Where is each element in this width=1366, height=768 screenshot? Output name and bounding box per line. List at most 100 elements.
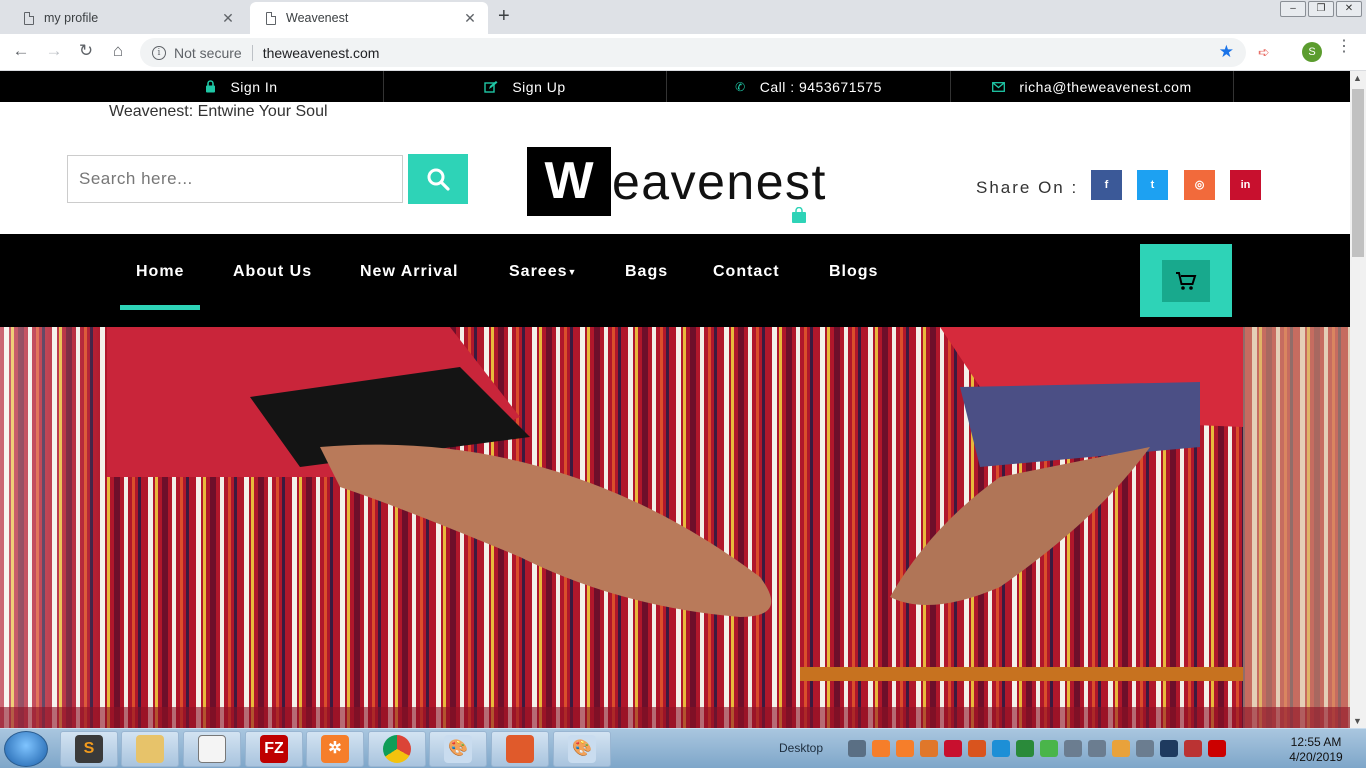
security-tray-icon[interactable] [1112,740,1130,757]
taskbar-xampp[interactable]: ✲ [306,731,364,767]
logo-text: eavenest [612,153,827,210]
email-label: richa@theweavenest.com [1019,78,1192,95]
cart-button[interactable] [1140,244,1232,317]
search-button[interactable] [408,154,468,204]
paint-icon: 🎨 [568,735,596,763]
tab-title: Weavenest [286,11,349,25]
filezilla-icon: FZ [260,735,288,763]
edit-icon [484,80,498,93]
pdf-icon[interactable] [1208,740,1226,757]
taskbar-paint-2[interactable]: 🎨 [553,731,611,767]
xampp-icon: ✲ [321,735,349,763]
nav-bags[interactable]: Bags [625,263,668,281]
new-tab-button[interactable]: + [498,5,510,28]
window-controls: ‒ ❐ ✕ [1280,1,1362,17]
back-button[interactable]: ← [9,41,33,61]
facebook-icon[interactable]: f [1091,170,1122,200]
scroll-down-arrow-icon[interactable]: ▼ [1353,716,1362,726]
page-scrollbar[interactable]: ▲ ▼ [1350,71,1366,728]
home-button[interactable]: ⌂ [106,41,130,61]
app-icon [506,735,534,763]
nav-sarees-label: Sarees [509,263,568,280]
flag-icon[interactable] [1184,740,1202,757]
sign-up-label: Sign Up [512,78,566,95]
search-input[interactable]: Search here... [67,155,403,203]
display-icon[interactable] [1136,740,1154,757]
info-icon[interactable]: i [152,45,166,60]
skype-icon[interactable] [992,740,1010,757]
caret-down-icon: ▼ [567,266,578,277]
taskbar-chrome[interactable] [368,731,426,767]
utorrent-icon[interactable] [1040,740,1058,757]
browser-tab-my-profile[interactable]: my profile ✕ [8,2,246,34]
taskbar-sublime[interactable]: S [60,731,118,767]
nav-sarees[interactable]: Sarees▼ [509,263,577,281]
reload-button[interactable]: ↻ [74,41,98,61]
site-logo[interactable]: W eavenest [527,147,827,216]
nav-contact[interactable]: Contact [713,263,780,281]
taskbar-paint[interactable]: 🎨 [429,731,487,767]
shopping-bag-icon [792,207,806,223]
nav-home[interactable]: Home [119,263,202,310]
url-text[interactable]: theweavenest.com [263,45,380,61]
browser-menu-icon[interactable]: ⋮ [1336,39,1352,55]
signal-icon[interactable] [848,740,866,757]
phone-icon: ✆ [735,79,746,94]
xampp-tray-icon[interactable] [872,740,890,757]
sign-in-link[interactable]: Sign In [100,71,384,102]
weaving-hands-photo [0,327,1350,728]
document-icon [24,11,34,25]
envelope-icon [992,81,1006,92]
profile-avatar[interactable]: S [1302,42,1322,62]
search-icon [427,168,450,191]
ubuntu-icon[interactable] [968,740,986,757]
call-label: Call : 9453671575 [759,78,882,95]
instagram-icon[interactable]: ◎ [1184,170,1215,200]
firefox-icon[interactable] [920,740,938,757]
forward-button[interactable]: → [42,41,66,61]
lock-icon [206,80,216,93]
start-button[interactable] [4,731,48,767]
minimize-button[interactable]: ‒ [1280,1,1306,17]
address-bar[interactable]: i Not secure theweavenest.com ★ [140,38,1246,67]
cart-icon-box [1162,260,1210,302]
bookmark-star-icon[interactable]: ★ [1219,42,1234,62]
taskbar-explorer[interactable] [121,731,179,767]
taskbar-app[interactable] [491,731,549,767]
browser-tab-strip: my profile ✕ Weavenest ✕ + ‒ ❐ ✕ [0,0,1366,34]
scroll-up-arrow-icon[interactable]: ▲ [1353,73,1362,83]
twitter-icon[interactable]: t [1137,170,1168,200]
linkedin-icon[interactable]: in [1230,170,1261,200]
close-icon[interactable]: ✕ [220,10,236,27]
extension-icon[interactable]: ➪ [1258,44,1270,61]
nav-new-arrival[interactable]: New Arrival [360,263,458,281]
system-clock[interactable]: 12:55 AM 4/20/2019 [1286,735,1346,765]
taskbar-notepad[interactable] [183,731,241,767]
share-label: Share On : [976,178,1079,197]
volume-icon[interactable] [1064,740,1082,757]
xampp-tray-icon[interactable] [896,740,914,757]
restore-button[interactable]: ❐ [1308,1,1334,17]
usb-icon[interactable] [1088,740,1106,757]
notepad-icon [198,735,226,763]
desktop-toolbar-label[interactable]: Desktop [779,741,823,755]
clock-date: 4/20/2019 [1289,750,1343,764]
document-icon [266,11,276,25]
top-contact-bar: Sign In Sign Up ✆ Call : 9453671575 rich… [0,71,1350,102]
network-icon[interactable] [1016,740,1034,757]
paint-icon: 🎨 [444,735,472,763]
scrollbar-thumb[interactable] [1352,89,1364,257]
monitor-icon[interactable] [1160,740,1178,757]
call-info[interactable]: ✆ Call : 9453671575 [667,71,951,102]
window-close-button[interactable]: ✕ [1336,1,1362,17]
sign-up-link[interactable]: Sign Up [384,71,667,102]
taskbar-filezilla[interactable]: FZ [245,731,303,767]
close-icon[interactable]: ✕ [462,10,478,27]
browser-tab-weavenest[interactable]: Weavenest ✕ [250,2,488,34]
nav-about-us[interactable]: About Us [233,263,312,281]
cart-icon [1176,272,1197,290]
divider [251,44,253,61]
opera-icon[interactable] [944,740,962,757]
nav-blogs[interactable]: Blogs [829,263,878,281]
email-info[interactable]: richa@theweavenest.com [951,71,1234,102]
